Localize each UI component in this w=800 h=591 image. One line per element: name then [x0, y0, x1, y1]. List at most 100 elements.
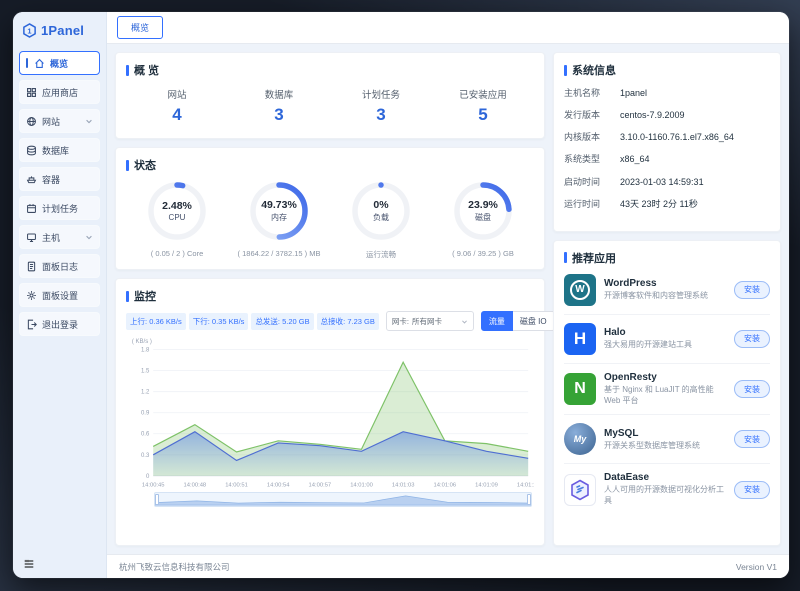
app-name: DataEase [604, 472, 726, 483]
sys-row-kernel: 内核版本 3.10.0-1160.76.1.el7.x86_64 [564, 131, 770, 143]
stat-label: 计划任务 [330, 87, 432, 101]
halo-icon: H [564, 323, 596, 355]
app-row-openresty[interactable]: N OpenResty 基于 Nginx 和 LuaJIT 的高性能 Web 平… [564, 364, 770, 416]
stat-installed-apps[interactable]: 已安装应用 5 [432, 87, 534, 125]
svg-text:0.9: 0.9 [141, 411, 150, 417]
sidebar-item-logout[interactable]: 退出登录 [19, 312, 100, 336]
gauge-disk: 23.9% 磁盘 ( 9.06 / 39.25 ) GB [432, 180, 534, 260]
gauge-percent: 23.9% [468, 199, 498, 211]
logo: 1 1Panel [13, 12, 106, 48]
gauge-label: 负载 [373, 212, 389, 223]
svg-text:( KB/s ): ( KB/s ) [132, 339, 152, 345]
svg-text:14:00:51: 14:00:51 [225, 483, 248, 489]
footer: 杭州飞致云信息科技有限公司 Version V1 [107, 554, 789, 578]
gauge-cpu: 2.48% CPU ( 0.05 / 2 ) Core [126, 180, 228, 260]
card-title-text: 状态 [134, 157, 156, 173]
logo-text: 1Panel [41, 23, 84, 38]
sidebar-item-label: 网站 [42, 115, 60, 128]
gauge-ring: 2.48% CPU [146, 180, 208, 242]
app-desc: 开源关系型数据库管理系统 [604, 441, 726, 452]
card-title-text: 监控 [134, 288, 156, 304]
stat-websites[interactable]: 网站 4 [126, 87, 228, 125]
grid-icon [26, 87, 37, 98]
stat-cronjobs[interactable]: 计划任务 3 [330, 87, 432, 125]
overview-stats: 网站 4 数据库 3 计划任务 3 已安装应用 [126, 87, 534, 125]
traffic-view-button[interactable]: 流量 [481, 311, 513, 331]
app-row-wordpress[interactable]: W WordPress 开源博客软件和内容管理系统 安装 [564, 266, 770, 315]
sidebar-item-website[interactable]: 网站 [19, 109, 100, 133]
app-row-dataease[interactable]: DataEase 人人可用的开源数据可视化分析工具 安装 [564, 464, 770, 515]
tab-overview[interactable]: 概览 [117, 16, 163, 39]
app-desc: 强大易用的开源建站工具 [604, 340, 726, 351]
svg-text:0.6: 0.6 [141, 432, 150, 438]
title-accent-bar [564, 252, 567, 263]
overview-card: 概 览 网站 4 数据库 3 计划任务 3 [115, 52, 545, 139]
left-column: 概 览 网站 4 数据库 3 计划任务 3 [115, 52, 545, 546]
sidebar-item-database[interactable]: 数据库 [19, 138, 100, 162]
sidebar-item-panel-settings[interactable]: 面板设置 [19, 283, 100, 307]
svg-text:14:01:00: 14:01:00 [350, 483, 373, 489]
app-row-halo[interactable]: H Halo 强大易用的开源建站工具 安装 [564, 315, 770, 364]
topbar: 概览 [107, 12, 789, 44]
svg-text:14:00:45: 14:00:45 [142, 483, 165, 489]
title-accent-bar [126, 160, 129, 171]
card-title-text: 概 览 [134, 62, 159, 78]
svg-text:14:01:09: 14:01:09 [475, 483, 498, 489]
datazoom-left-handle[interactable] [155, 494, 159, 505]
home-icon [34, 58, 45, 69]
network-traffic-chart: 00.30.60.91.21.51.8( KB/s )14:00:4514:00… [126, 336, 534, 536]
svg-text:0.3: 0.3 [141, 453, 150, 459]
datazoom-right-handle[interactable] [527, 494, 531, 505]
database-icon [26, 145, 37, 156]
install-halo-button[interactable]: 安装 [734, 330, 770, 348]
recommended-apps-card: 推荐应用 W WordPress 开源博客软件和内容管理系统 安装 H H [553, 240, 781, 546]
gauge-percent: 49.73% [261, 199, 297, 211]
disk-io-view-button[interactable]: 磁盘 IO [513, 311, 555, 331]
logo-hexagon-icon: 1 [22, 23, 37, 38]
sidebar-item-panel-logs[interactable]: 面板日志 [19, 254, 100, 278]
app-name: Halo [604, 327, 726, 338]
gauge-label: 磁盘 [475, 212, 491, 223]
monitor-card: 监控 上行: 0.36 KB/s 下行: 0.35 KB/s 总发送: 5.20… [115, 278, 545, 546]
nic-select-prefix: 网卡: [392, 316, 409, 327]
recommended-apps-title: 推荐应用 [564, 250, 770, 266]
install-openresty-button[interactable]: 安装 [734, 380, 770, 398]
gauge-label: 内存 [271, 212, 287, 223]
stat-databases[interactable]: 数据库 3 [228, 87, 330, 125]
stat-value: 3 [330, 105, 432, 125]
install-mysql-button[interactable]: 安装 [734, 430, 770, 448]
openresty-icon: N [564, 373, 596, 405]
install-dataease-button[interactable]: 安装 [734, 481, 770, 499]
sidebar-nav: 概览 应用商店 网站 数据库 容器 计划任务 [13, 48, 106, 550]
app-name: MySQL [604, 428, 726, 439]
content: 概 览 网站 4 数据库 3 计划任务 3 [107, 44, 789, 554]
right-column: 系统信息 主机名称 1panel 发行版本 centos-7.9.2009 内核… [553, 52, 781, 546]
app-desc: 基于 Nginx 和 LuaJIT 的高性能 Web 平台 [604, 385, 726, 407]
sidebar-item-label: 面板设置 [42, 289, 78, 302]
sidebar-item-overview[interactable]: 概览 [19, 51, 100, 75]
svg-text:1: 1 [27, 26, 31, 35]
install-wordpress-button[interactable]: 安装 [734, 281, 770, 299]
sys-row-hostname: 主机名称 1panel [564, 87, 770, 99]
status-card-title: 状态 [126, 157, 534, 173]
sidebar-collapse-button[interactable] [13, 550, 106, 578]
upload-chip: 上行: 0.36 KB/s [126, 313, 186, 330]
gear-icon [26, 290, 37, 301]
sys-row-distro: 发行版本 centos-7.9.2009 [564, 109, 770, 121]
sidebar-item-app-store[interactable]: 应用商店 [19, 80, 100, 104]
title-accent-bar [126, 291, 129, 302]
sidebar: 1 1Panel 概览 应用商店 网站 数据库 [13, 12, 107, 578]
svg-text:1.8: 1.8 [141, 348, 150, 354]
stat-value: 3 [228, 105, 330, 125]
nic-select[interactable]: 网卡: 所有网卡 [386, 311, 474, 331]
app-row-mysql[interactable]: My MySQL 开源关系型数据库管理系统 安装 [564, 415, 770, 464]
sidebar-item-container[interactable]: 容器 [19, 167, 100, 191]
sidebar-item-label: 应用商店 [42, 86, 78, 99]
footer-company: 杭州飞致云信息科技有限公司 [119, 561, 230, 573]
logout-icon [26, 319, 37, 330]
sidebar-item-host[interactable]: 主机 [19, 225, 100, 249]
sidebar-item-cronjob[interactable]: 计划任务 [19, 196, 100, 220]
sys-row-uptime: 运行时间 43天 23时 2分 11秒 [564, 198, 770, 210]
system-info-title: 系统信息 [564, 62, 770, 78]
datazoom-slider[interactable] [154, 492, 532, 507]
